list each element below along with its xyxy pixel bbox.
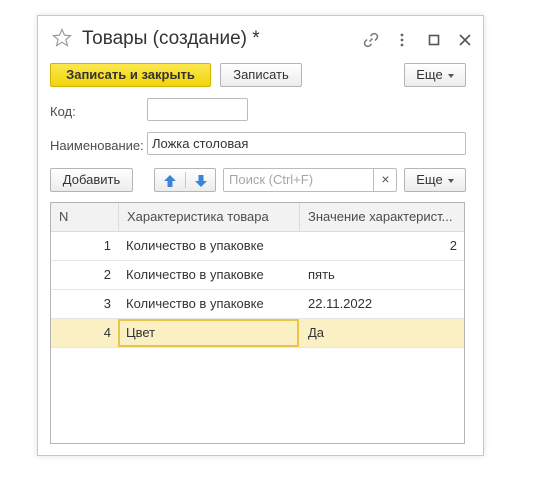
code-label: Код: xyxy=(50,104,76,119)
search-placeholder: Поиск (Ctrl+F) xyxy=(229,172,314,187)
column-header-value[interactable]: Значение характерист... xyxy=(300,203,464,231)
row-number: 3 xyxy=(103,296,111,311)
more-actions-icon[interactable] xyxy=(393,31,411,49)
favorite-star-icon[interactable] xyxy=(52,28,72,48)
clear-search-button[interactable]: × xyxy=(373,168,397,192)
table-row[interactable]: 3 Количество в упаковке 22.11.2022 xyxy=(51,290,464,319)
characteristic-cell-editing[interactable]: Цвет xyxy=(118,319,299,347)
value-cell[interactable]: 2 xyxy=(307,232,457,260)
search-input[interactable]: Поиск (Ctrl+F) xyxy=(223,168,397,192)
characteristic-cell[interactable]: Количество в упаковке xyxy=(126,232,296,260)
table-row[interactable]: 1 Количество в упаковке 2 xyxy=(51,232,464,261)
table-more-button[interactable]: Еще xyxy=(404,168,466,192)
column-header-characteristic[interactable]: Характеристика товара xyxy=(119,203,299,231)
table-row[interactable]: 2 Количество в упаковке пять xyxy=(51,261,464,290)
window-title: Товары (создание) * xyxy=(82,28,260,49)
table-more-label: Еще xyxy=(416,172,443,187)
link-icon[interactable] xyxy=(362,31,380,49)
chevron-down-icon xyxy=(447,178,454,183)
code-field[interactable] xyxy=(147,98,248,121)
name-field[interactable]: Ложка столовая xyxy=(147,132,466,155)
maximize-icon[interactable] xyxy=(425,31,443,49)
more-button[interactable]: Еще xyxy=(404,63,466,87)
move-buttons-group xyxy=(154,168,216,192)
save-and-close-button[interactable]: Записать и закрыть xyxy=(50,63,211,87)
name-label: Наименование: xyxy=(50,138,144,153)
button-divider xyxy=(185,172,186,188)
move-up-arrow-icon[interactable] xyxy=(162,173,178,189)
table-row-selected[interactable]: 4 Цвет Да xyxy=(51,319,464,348)
chevron-down-icon xyxy=(447,73,454,78)
characteristic-cell[interactable]: Количество в упаковке xyxy=(126,261,296,289)
close-icon[interactable] xyxy=(456,31,474,49)
value-cell[interactable]: Да xyxy=(308,319,458,347)
column-header-n[interactable]: N xyxy=(51,203,118,231)
characteristic-cell[interactable]: Количество в упаковке xyxy=(126,290,296,318)
table-header: N Характеристика товара Значение характе… xyxy=(51,203,464,232)
save-button[interactable]: Записать xyxy=(220,63,302,87)
characteristics-table[interactable]: N Характеристика товара Значение характе… xyxy=(50,202,465,444)
row-number: 1 xyxy=(103,238,111,253)
title-bar: Товары (создание) * xyxy=(38,16,483,62)
row-number: 4 xyxy=(103,325,111,340)
add-row-button[interactable]: Добавить xyxy=(50,168,133,192)
move-down-arrow-icon[interactable] xyxy=(193,173,209,189)
more-button-label: Еще xyxy=(416,67,443,82)
form-window: Товары (создание) * Записать и закрыть З… xyxy=(37,15,484,456)
value-cell[interactable]: 22.11.2022 xyxy=(308,290,458,318)
value-cell[interactable]: пять xyxy=(308,261,458,289)
row-number: 2 xyxy=(103,267,111,282)
